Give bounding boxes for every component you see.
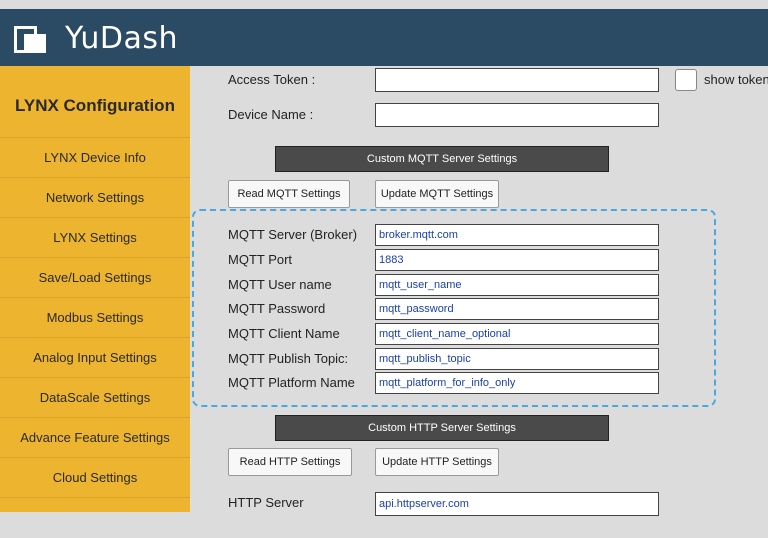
- sidebar-item-network-settings[interactable]: Network Settings: [0, 177, 190, 218]
- update-mqtt-settings-button[interactable]: Update MQTT Settings: [375, 180, 499, 208]
- mqtt-publish-topic-label: MQTT Publish Topic:: [228, 351, 349, 366]
- update-http-settings-button[interactable]: Update HTTP Settings: [375, 448, 499, 476]
- http-server-label: HTTP Server: [228, 495, 304, 510]
- mqtt-publish-topic-input[interactable]: [375, 348, 659, 370]
- read-mqtt-settings-button[interactable]: Read MQTT Settings: [228, 180, 350, 208]
- mqtt-port-label: MQTT Port: [228, 252, 293, 267]
- show-token-checkbox[interactable]: [675, 69, 697, 91]
- http-server-input[interactable]: [375, 492, 659, 516]
- sidebar-item-datascale-settings[interactable]: DataScale Settings: [0, 377, 190, 418]
- access-token-label: Access Token :: [228, 72, 316, 87]
- mqtt-password-label: MQTT Password: [228, 301, 326, 316]
- device-name-input[interactable]: [375, 103, 659, 127]
- sidebar-item-cloud-settings[interactable]: Cloud Settings: [0, 457, 190, 498]
- sidebar-item-lynx-settings[interactable]: LYNX Settings: [0, 217, 190, 258]
- mqtt-username-label: MQTT User name: [228, 277, 332, 292]
- brand-name: YuDash: [65, 21, 179, 56]
- device-name-label: Device Name :: [228, 107, 314, 122]
- main-content: Access Token : show token Device Name : …: [190, 66, 768, 516]
- sidebar: LYNX Configuration LYNX Device Info Netw…: [0, 66, 190, 512]
- sidebar-title: LYNX Configuration: [15, 96, 175, 115]
- mqtt-client-name-label: MQTT Client Name: [228, 326, 340, 341]
- read-http-settings-button[interactable]: Read HTTP Settings: [228, 448, 352, 476]
- sidebar-item-advance-feature-settings[interactable]: Advance Feature Settings: [0, 417, 190, 458]
- mqtt-server-input[interactable]: [375, 224, 659, 246]
- yudash-logo-icon: [14, 26, 46, 53]
- mqtt-port-input[interactable]: [375, 249, 659, 271]
- mqtt-server-label: MQTT Server (Broker): [228, 227, 358, 242]
- sidebar-item-partial[interactable]: [0, 497, 190, 538]
- mqtt-section-header: Custom MQTT Server Settings: [275, 146, 609, 172]
- mqtt-username-input[interactable]: [375, 274, 659, 296]
- mqtt-platform-name-label: MQTT Platform Name: [228, 375, 355, 390]
- mqtt-client-name-input[interactable]: [375, 323, 659, 345]
- app-header: YuDash: [0, 9, 768, 66]
- sidebar-item-lynx-device-info[interactable]: LYNX Device Info: [0, 137, 190, 178]
- sidebar-item-modbus-settings[interactable]: Modbus Settings: [0, 297, 190, 338]
- mqtt-password-input[interactable]: [375, 298, 659, 320]
- sidebar-item-save-load-settings[interactable]: Save/Load Settings: [0, 257, 190, 298]
- mqtt-platform-name-input[interactable]: [375, 372, 659, 394]
- sidebar-item-analog-input-settings[interactable]: Analog Input Settings: [0, 337, 190, 378]
- http-section-header: Custom HTTP Server Settings: [275, 415, 609, 441]
- show-token-label: show token: [704, 72, 768, 87]
- access-token-input[interactable]: [375, 68, 659, 92]
